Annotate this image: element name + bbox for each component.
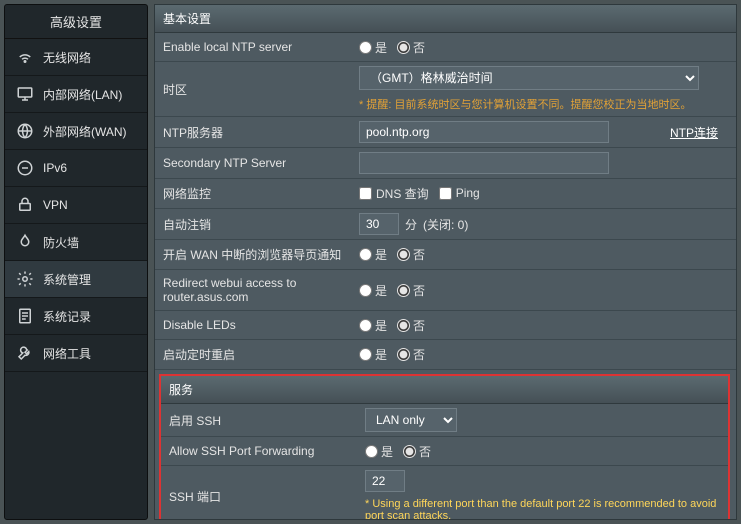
sidebar-item-label: 网络工具 bbox=[43, 345, 91, 362]
scheduled-reboot-label: 启动定时重启 bbox=[155, 340, 351, 369]
sidebar-item-label: 无线网络 bbox=[43, 49, 91, 66]
netmon-label: 网络监控 bbox=[155, 179, 351, 208]
netmon-ping-checkbox[interactable]: Ping bbox=[439, 186, 480, 200]
webui-redirect-yes[interactable]: 是 bbox=[359, 282, 387, 299]
ntp-server-input[interactable] bbox=[359, 121, 609, 143]
sidebar-item-label: 内部网络(LAN) bbox=[43, 86, 122, 103]
main-panel: 基本设置 Enable local NTP server 是 否 时区 （GMT… bbox=[154, 4, 737, 520]
wan-redirect-label: 开启 WAN 中断的浏览器导页通知 bbox=[155, 240, 351, 269]
ntp-enable-label: Enable local NTP server bbox=[155, 33, 351, 61]
ssh-port-input[interactable] bbox=[365, 470, 405, 492]
sidebar-item-label: 外部网络(WAN) bbox=[43, 123, 127, 140]
auto-logout-input[interactable] bbox=[359, 213, 399, 235]
scheduled-reboot-no[interactable]: 否 bbox=[397, 346, 425, 363]
ssh-fwd-label: Allow SSH Port Forwarding bbox=[161, 437, 357, 465]
ssh-port-hint: * Using a different port than the defaul… bbox=[365, 498, 720, 520]
sidebar-item-firewall[interactable]: 防火墙 bbox=[5, 224, 147, 261]
sidebar-item-vpn[interactable]: VPN bbox=[5, 187, 147, 224]
log-icon bbox=[15, 306, 35, 326]
sidebar-title: 高级设置 bbox=[5, 5, 147, 39]
auto-logout-note: (关闭: 0) bbox=[423, 216, 468, 233]
section-title-services: 服务 bbox=[161, 376, 728, 404]
netmon-dns-checkbox[interactable]: DNS 查询 bbox=[359, 185, 429, 202]
disable-leds-yes[interactable]: 是 bbox=[359, 317, 387, 334]
ipv6-icon bbox=[15, 158, 35, 178]
sidebar-item-label: 系统记录 bbox=[43, 308, 91, 325]
tools-icon bbox=[15, 343, 35, 363]
disable-leds-label: Disable LEDs bbox=[155, 311, 351, 339]
secondary-ntp-label: Secondary NTP Server bbox=[155, 148, 351, 178]
timezone-hint: * 提醒: 目前系统时区与您计算机设置不同。提醒您校正为当地时区。 bbox=[359, 96, 691, 112]
auto-logout-label: 自动注销 bbox=[155, 209, 351, 239]
disable-leds-no[interactable]: 否 bbox=[397, 317, 425, 334]
sidebar-item-label: 防火墙 bbox=[43, 234, 79, 251]
sidebar-item-ipv6[interactable]: IPv6 bbox=[5, 150, 147, 187]
wifi-icon bbox=[15, 47, 35, 67]
sidebar-item-label: VPN bbox=[43, 198, 68, 212]
ntp-enable-no[interactable]: 否 bbox=[397, 39, 425, 56]
ntp-link[interactable]: NTP连接 bbox=[670, 124, 728, 141]
sidebar-item-label: IPv6 bbox=[43, 161, 67, 175]
ntp-server-label: NTP服务器 bbox=[155, 117, 351, 147]
sidebar-item-lan[interactable]: 内部网络(LAN) bbox=[5, 76, 147, 113]
ntp-enable-radios: 是 否 bbox=[359, 39, 425, 56]
timezone-label: 时区 bbox=[155, 62, 351, 116]
globe-icon bbox=[15, 121, 35, 141]
sidebar-item-administration[interactable]: 系统管理 bbox=[5, 261, 147, 298]
sidebar-item-nettools[interactable]: 网络工具 bbox=[5, 335, 147, 372]
sidebar: 高级设置 无线网络 内部网络(LAN) 外部网络(WAN) IPv6 VPN 防… bbox=[4, 4, 148, 520]
ssh-fwd-no[interactable]: 否 bbox=[403, 443, 431, 460]
ssh-fwd-yes[interactable]: 是 bbox=[365, 443, 393, 460]
wan-redirect-yes[interactable]: 是 bbox=[359, 246, 387, 263]
scheduled-reboot-yes[interactable]: 是 bbox=[359, 346, 387, 363]
sidebar-item-wan[interactable]: 外部网络(WAN) bbox=[5, 113, 147, 150]
admin-icon bbox=[15, 269, 35, 289]
firewall-icon bbox=[15, 232, 35, 252]
timezone-select[interactable]: （GMT）格林威治时间 bbox=[359, 66, 699, 90]
sidebar-item-wireless[interactable]: 无线网络 bbox=[5, 39, 147, 76]
lan-icon bbox=[15, 84, 35, 104]
sidebar-item-label: 系统管理 bbox=[43, 271, 91, 288]
webui-redirect-label: Redirect webui access to router.asus.com bbox=[155, 270, 351, 310]
ntp-enable-yes[interactable]: 是 bbox=[359, 39, 387, 56]
auto-logout-unit: 分 bbox=[405, 216, 417, 233]
section-title-basic: 基本设置 bbox=[155, 5, 736, 33]
services-highlight-box: 服务 启用 SSH LAN only Allow SSH Port Forwar… bbox=[159, 374, 730, 520]
secondary-ntp-input[interactable] bbox=[359, 152, 609, 174]
ssh-enable-label: 启用 SSH bbox=[161, 404, 357, 436]
sidebar-item-syslog[interactable]: 系统记录 bbox=[5, 298, 147, 335]
ssh-port-label: SSH 端口 bbox=[161, 466, 357, 520]
wan-redirect-no[interactable]: 否 bbox=[397, 246, 425, 263]
webui-redirect-no[interactable]: 否 bbox=[397, 282, 425, 299]
ssh-enable-select[interactable]: LAN only bbox=[365, 408, 457, 432]
vpn-icon bbox=[15, 195, 35, 215]
